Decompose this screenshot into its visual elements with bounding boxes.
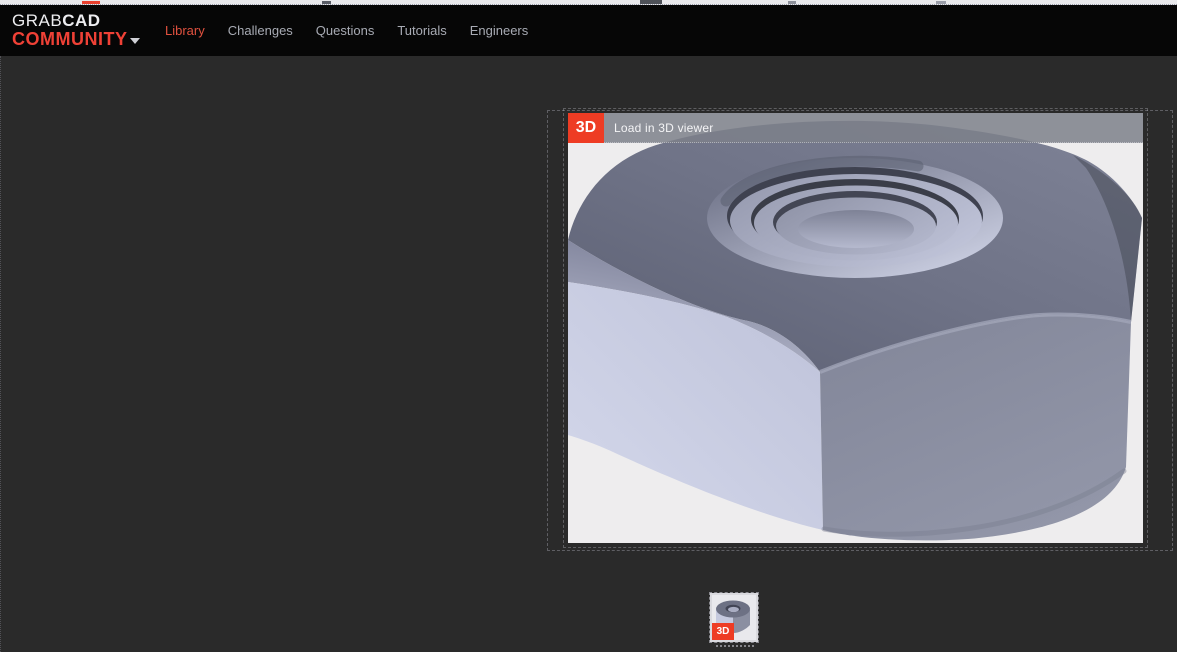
page: GRABCAD COMMUNITY Library Challenges Que…: [0, 0, 1177, 652]
logo-line2: COMMUNITY: [12, 29, 128, 49]
logo-line1: GRABCAD: [12, 11, 101, 30]
load-in-3d-viewer-button[interactable]: 3D Load in 3D viewer: [568, 112, 1143, 143]
nav-item-questions[interactable]: Questions: [316, 23, 375, 38]
main-nav: Library Challenges Questions Tutorials E…: [165, 5, 528, 56]
model-viewer[interactable]: 3D Load in 3D viewer: [563, 108, 1148, 548]
browser-chrome-fragment: [788, 1, 796, 4]
nav-item-tutorials[interactable]: Tutorials: [397, 23, 446, 38]
grabcad-logo[interactable]: GRABCAD COMMUNITY: [12, 12, 128, 49]
3d-badge-icon-small: 3D: [712, 623, 734, 640]
hex-nut-3d-render: [568, 113, 1143, 543]
page-edge-dots: [0, 56, 1, 652]
nav-item-challenges[interactable]: Challenges: [228, 23, 293, 38]
viewer-bar-label: Load in 3D viewer: [614, 120, 714, 135]
model-thumbnail[interactable]: 3D: [709, 592, 759, 643]
browser-chrome-fragment-red: [82, 1, 100, 4]
browser-chrome-fragment: [640, 0, 662, 4]
top-navbar: GRABCAD COMMUNITY Library Challenges Que…: [0, 5, 1177, 56]
browser-chrome-fragment: [936, 1, 946, 4]
nav-item-library[interactable]: Library: [165, 23, 205, 38]
caret-down-icon[interactable]: [130, 38, 140, 44]
nav-item-engineers[interactable]: Engineers: [470, 23, 529, 38]
model-thumbnail-image: 3D: [712, 595, 756, 640]
thumbnail-row-dots: [716, 645, 754, 647]
3d-badge-icon: 3D: [568, 112, 604, 143]
browser-chrome-fragment: [322, 1, 331, 4]
